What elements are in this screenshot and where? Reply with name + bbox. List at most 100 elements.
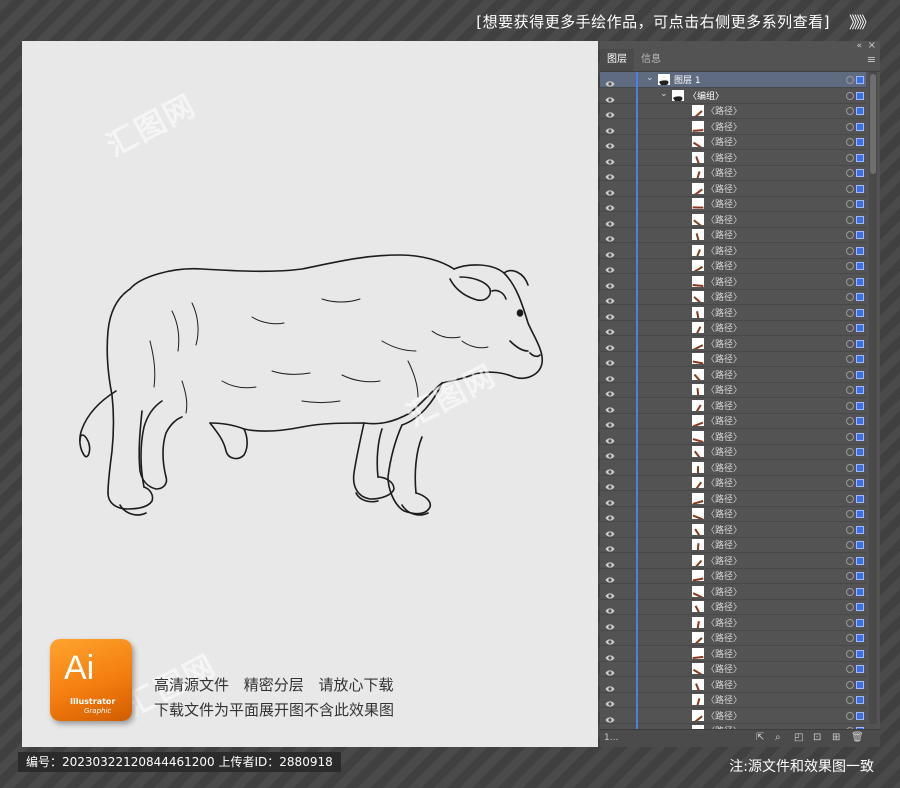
- lock-toggle[interactable]: [622, 212, 634, 227]
- selection-square-icon[interactable]: [856, 308, 864, 317]
- selection-square-icon[interactable]: [856, 339, 864, 348]
- selection-square-icon[interactable]: [856, 169, 864, 177]
- layer-row-path[interactable]: 〈路径〉: [600, 475, 866, 491]
- target-circle-icon[interactable]: [846, 107, 854, 115]
- tab-layers[interactable]: 图层: [600, 49, 634, 71]
- target-circle-icon[interactable]: [846, 76, 854, 84]
- target-circle-icon[interactable]: [846, 649, 854, 658]
- target-circle-icon[interactable]: [846, 603, 854, 611]
- target-circle-icon[interactable]: [846, 448, 854, 456]
- selection-square-icon[interactable]: [856, 138, 864, 146]
- target-circle-icon[interactable]: [846, 541, 854, 549]
- selection-square-icon[interactable]: [856, 680, 864, 689]
- selection-square-icon[interactable]: [856, 665, 864, 673]
- selection-square-icon[interactable]: [856, 76, 864, 84]
- lock-toggle[interactable]: [622, 615, 634, 630]
- target-circle-icon[interactable]: [846, 618, 854, 627]
- layer-row-path[interactable]: 〈路径〉: [600, 335, 866, 352]
- trash-icon[interactable]: 🗑: [851, 732, 864, 743]
- visibility-eye-icon[interactable]: [605, 198, 615, 211]
- visibility-eye-icon[interactable]: [605, 369, 615, 382]
- lock-toggle[interactable]: [622, 119, 634, 134]
- selection-square-icon[interactable]: [856, 293, 864, 301]
- selection-square-icon[interactable]: [856, 184, 864, 193]
- lock-toggle[interactable]: [622, 522, 634, 537]
- layer-row-path[interactable]: 〈路径〉: [600, 583, 866, 600]
- selection-square-icon[interactable]: [856, 711, 864, 720]
- layer-row-path[interactable]: 〈路径〉: [600, 444, 866, 460]
- layer-row-path[interactable]: 〈路径〉: [600, 273, 866, 290]
- lock-toggle[interactable]: [622, 506, 634, 521]
- visibility-eye-icon[interactable]: [605, 446, 615, 459]
- visibility-eye-icon[interactable]: [605, 121, 615, 134]
- lock-toggle[interactable]: [622, 336, 634, 351]
- layer-row-path[interactable]: 〈路径〉: [600, 320, 866, 336]
- target-circle-icon[interactable]: [846, 401, 854, 410]
- target-circle-icon[interactable]: [846, 417, 854, 425]
- selection-square-icon[interactable]: [856, 200, 864, 208]
- visibility-eye-icon[interactable]: [605, 586, 615, 599]
- visibility-eye-icon[interactable]: [605, 462, 615, 475]
- layer-row-path[interactable]: 〈路径〉: [600, 180, 866, 197]
- more-arrows-icon[interactable]: 》》》: [849, 9, 875, 33]
- target-circle-icon[interactable]: [846, 587, 854, 596]
- visibility-eye-icon[interactable]: [605, 524, 615, 537]
- target-circle-icon[interactable]: [846, 184, 854, 193]
- target-circle-icon[interactable]: [846, 696, 854, 704]
- visibility-eye-icon[interactable]: [605, 338, 615, 351]
- selection-square-icon[interactable]: [856, 91, 864, 100]
- sublayer-icon[interactable]: ⊡: [813, 732, 821, 743]
- target-circle-icon[interactable]: [846, 262, 854, 270]
- selection-square-icon[interactable]: [856, 231, 864, 239]
- visibility-eye-icon[interactable]: [605, 183, 615, 196]
- target-circle-icon[interactable]: [846, 308, 854, 317]
- selection-square-icon[interactable]: [856, 355, 864, 363]
- selection-square-icon[interactable]: [856, 618, 864, 627]
- chevron-down-icon[interactable]: ⌄: [646, 73, 654, 83]
- layer-row-path[interactable]: 〈路径〉: [600, 118, 866, 135]
- target-circle-icon[interactable]: [846, 91, 854, 100]
- layer-row-path[interactable]: 〈路径〉: [600, 149, 866, 166]
- layer-row-path[interactable]: 〈路径〉: [600, 707, 866, 724]
- visibility-eye-icon[interactable]: [605, 322, 615, 335]
- target-circle-icon[interactable]: [846, 525, 854, 534]
- layers-scrollbar[interactable]: [869, 72, 877, 724]
- selection-square-icon[interactable]: [856, 246, 864, 255]
- selection-square-icon[interactable]: [856, 448, 864, 456]
- artboard-canvas[interactable]: 汇图网 汇图网 汇图网 Ai Illustrator Graphic 高清源文件…: [22, 41, 598, 747]
- visibility-eye-icon[interactable]: [605, 214, 615, 227]
- layer-row-path[interactable]: 〈路径〉: [600, 351, 866, 367]
- target-circle-icon[interactable]: [846, 665, 854, 673]
- selection-square-icon[interactable]: [856, 649, 864, 658]
- lock-toggle[interactable]: [622, 243, 634, 258]
- lock-toggle[interactable]: [622, 398, 634, 413]
- selection-square-icon[interactable]: [856, 603, 864, 611]
- lock-toggle[interactable]: [622, 165, 634, 180]
- lock-toggle[interactable]: [622, 134, 634, 149]
- selection-square-icon[interactable]: [856, 153, 864, 162]
- target-circle-icon[interactable]: [846, 634, 854, 642]
- visibility-eye-icon[interactable]: [605, 710, 615, 723]
- visibility-eye-icon[interactable]: [605, 245, 615, 258]
- chevron-down-icon[interactable]: ⌄: [660, 89, 668, 99]
- lock-toggle[interactable]: [622, 227, 634, 242]
- target-circle-icon[interactable]: [846, 138, 854, 146]
- selection-square-icon[interactable]: [856, 525, 864, 534]
- selection-square-icon[interactable]: [856, 494, 864, 503]
- layer-row-path[interactable]: 〈路径〉: [600, 242, 866, 259]
- clip-icon[interactable]: ◰: [794, 732, 803, 743]
- target-circle-icon[interactable]: [846, 510, 854, 518]
- layer-row-path[interactable]: 〈路径〉: [600, 490, 866, 507]
- lock-toggle[interactable]: [622, 692, 634, 707]
- visibility-eye-icon[interactable]: [605, 617, 615, 630]
- visibility-eye-icon[interactable]: [605, 307, 615, 320]
- new-layer-icon[interactable]: ⊞: [832, 732, 840, 743]
- target-circle-icon[interactable]: [846, 355, 854, 363]
- layer-row-path[interactable]: 〈路径〉: [600, 568, 866, 584]
- lock-toggle[interactable]: [622, 320, 634, 335]
- selection-square-icon[interactable]: [856, 479, 864, 487]
- target-circle-icon[interactable]: [846, 680, 854, 689]
- lock-toggle[interactable]: [622, 103, 634, 118]
- selection-square-icon[interactable]: [856, 463, 864, 472]
- visibility-eye-icon[interactable]: [605, 74, 615, 87]
